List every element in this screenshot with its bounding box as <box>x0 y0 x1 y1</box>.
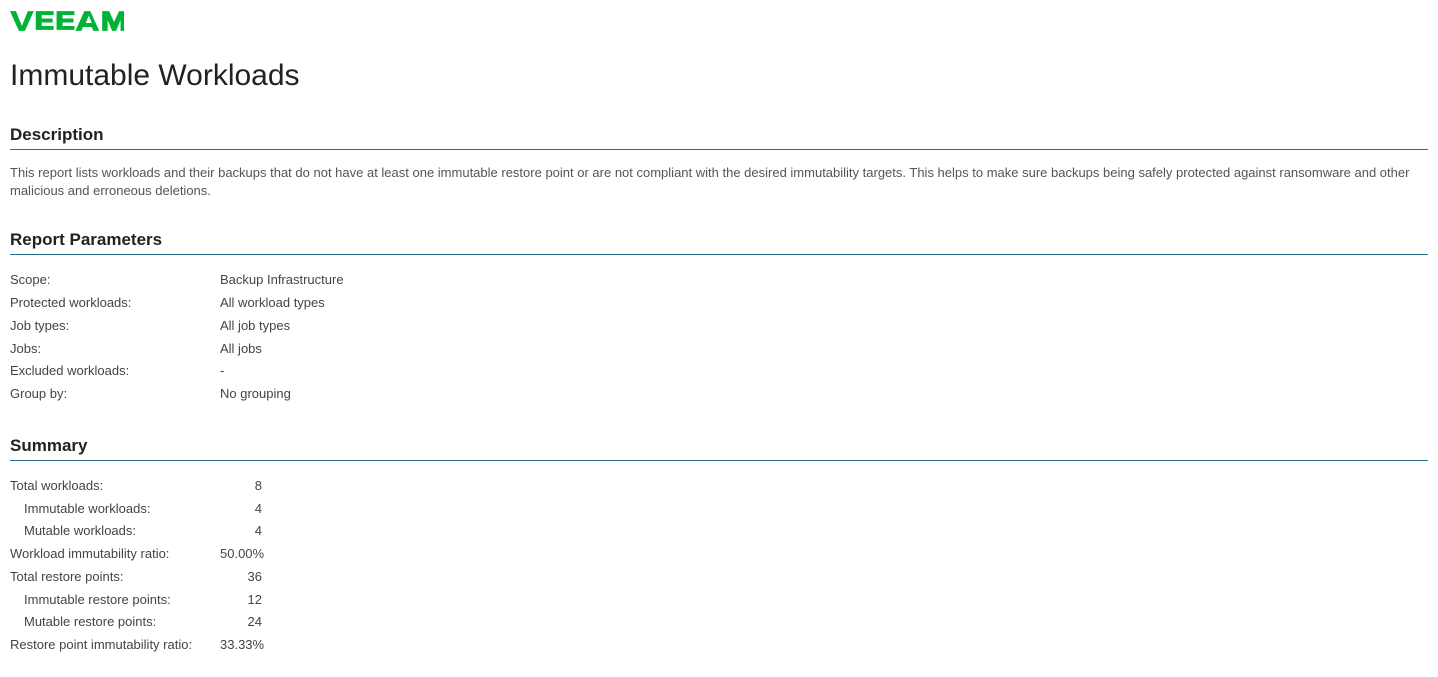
summary-row: Immutable workloads:4 <box>10 498 1428 521</box>
summary-label: Restore point immutability ratio: <box>10 634 220 657</box>
description-text: This report lists workloads and their ba… <box>10 164 1428 200</box>
section-heading-description: Description <box>10 125 1428 150</box>
summary-label: Mutable restore points: <box>10 611 220 634</box>
summary-value: 36 <box>220 566 262 589</box>
summary-row: Restore point immutability ratio:33.33% <box>10 634 1428 657</box>
summary-label: Workload immutability ratio: <box>10 543 220 566</box>
summary-row: Workload immutability ratio:50.00% <box>10 543 1428 566</box>
veeam-logo <box>10 10 1428 37</box>
param-row: Scope:Backup Infrastructure <box>10 269 1428 292</box>
param-row: Excluded workloads:- <box>10 360 1428 383</box>
page-title: Immutable Workloads <box>10 59 1428 93</box>
summary-value: 33.33% <box>220 634 262 657</box>
param-label: Scope: <box>10 269 220 292</box>
param-value: Backup Infrastructure <box>220 269 1428 292</box>
summary-value: 50.00% <box>220 543 262 566</box>
summary-label: Mutable workloads: <box>10 520 220 543</box>
param-label: Jobs: <box>10 338 220 361</box>
summary-label: Total restore points: <box>10 566 220 589</box>
param-value: All jobs <box>220 338 1428 361</box>
param-row: Group by:No grouping <box>10 383 1428 406</box>
summary-value: 8 <box>220 475 262 498</box>
param-value: - <box>220 360 1428 383</box>
report-parameters-table: Scope:Backup InfrastructureProtected wor… <box>10 269 1428 406</box>
section-heading-parameters: Report Parameters <box>10 230 1428 255</box>
summary-table: Total workloads:8Immutable workloads:4Mu… <box>10 475 1428 657</box>
summary-label: Immutable restore points: <box>10 589 220 612</box>
summary-label: Total workloads: <box>10 475 220 498</box>
param-label: Protected workloads: <box>10 292 220 315</box>
section-heading-summary: Summary <box>10 436 1428 461</box>
summary-value: 4 <box>220 520 262 543</box>
summary-value: 12 <box>220 589 262 612</box>
param-row: Job types:All job types <box>10 315 1428 338</box>
param-value: All job types <box>220 315 1428 338</box>
summary-row: Mutable restore points:24 <box>10 611 1428 634</box>
summary-row: Mutable workloads:4 <box>10 520 1428 543</box>
summary-label: Immutable workloads: <box>10 498 220 521</box>
param-label: Excluded workloads: <box>10 360 220 383</box>
summary-row: Immutable restore points:12 <box>10 589 1428 612</box>
param-row: Jobs:All jobs <box>10 338 1428 361</box>
summary-row: Total restore points:36 <box>10 566 1428 589</box>
param-value: No grouping <box>220 383 1428 406</box>
summary-row: Total workloads:8 <box>10 475 1428 498</box>
param-label: Group by: <box>10 383 220 406</box>
summary-value: 4 <box>220 498 262 521</box>
param-value: All workload types <box>220 292 1428 315</box>
param-label: Job types: <box>10 315 220 338</box>
summary-value: 24 <box>220 611 262 634</box>
param-row: Protected workloads:All workload types <box>10 292 1428 315</box>
